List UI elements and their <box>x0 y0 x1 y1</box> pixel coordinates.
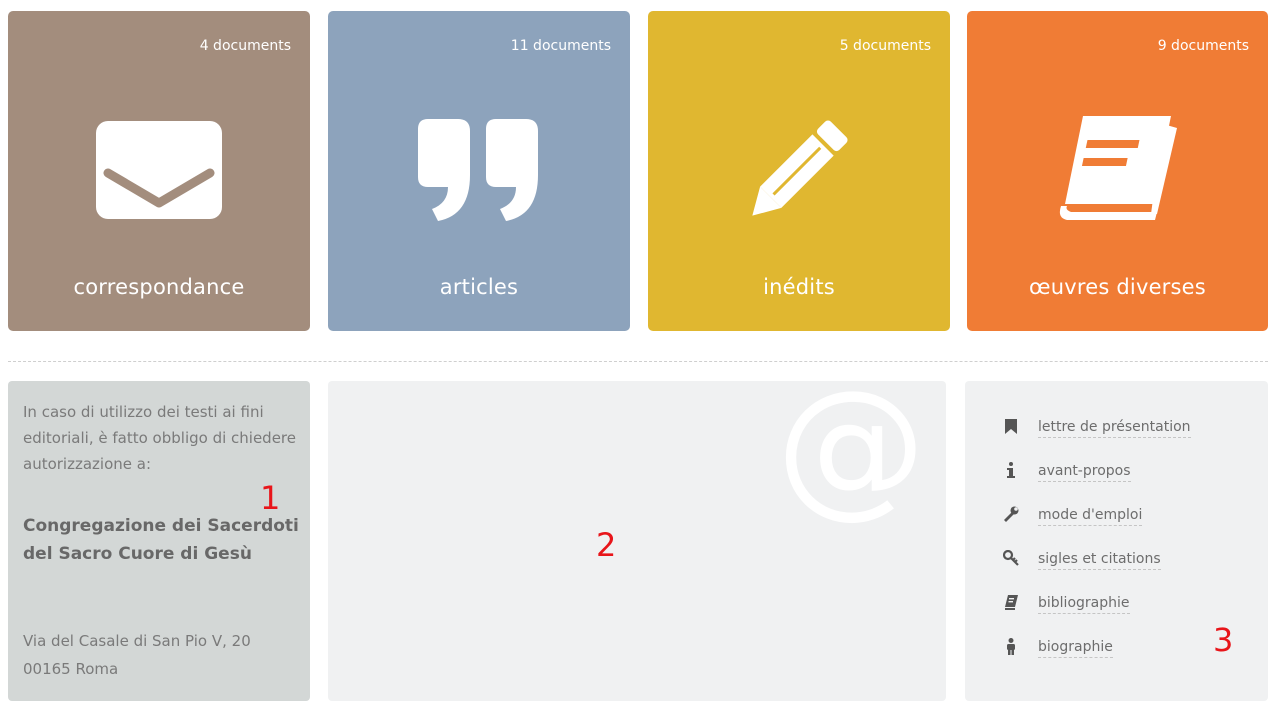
annotation-marker-2: 2 <box>596 526 617 564</box>
link-label[interactable]: mode d'emploi <box>1038 507 1143 526</box>
envelope-icon <box>89 109 229 229</box>
address-line: 00165 Roma <box>23 660 119 678</box>
address: Via del Casale di San Pio V, 20 00165 Ro… <box>23 627 303 683</box>
tile-label: œuvres diverses <box>1029 275 1206 299</box>
contact-panel: @ 2 <box>328 381 946 701</box>
tile-label: correspondance <box>73 275 245 299</box>
wrench-icon <box>1003 505 1019 523</box>
bookmark-icon <box>1003 417 1019 435</box>
annotation-marker-1: 1 <box>260 479 281 517</box>
quote-icon <box>409 109 549 229</box>
info-links-panel: lettre de présentation avant-propos mode… <box>965 381 1268 701</box>
key-icon <box>1003 549 1019 567</box>
organization-name: Congregazione dei Sacerdoti del Sacro Cu… <box>23 516 299 564</box>
book-icon <box>1003 593 1019 611</box>
link-label[interactable]: biographie <box>1038 639 1113 658</box>
tile-correspondance[interactable]: 4 documents correspondance <box>8 11 310 331</box>
tile-oeuvres-diverses[interactable]: 9 documents œuvres diverses <box>967 11 1268 331</box>
document-count: 5 documents <box>839 38 931 54</box>
tile-articles[interactable]: 11 documents articles <box>328 11 630 331</box>
tile-label: inédits <box>763 275 835 299</box>
document-count: 9 documents <box>1157 38 1249 54</box>
info-icon <box>1003 461 1019 479</box>
notice-text: In caso di utilizzo dei testi ai fini ed… <box>23 403 296 473</box>
link-label[interactable]: lettre de présentation <box>1038 419 1191 438</box>
pencil-icon <box>729 109 869 229</box>
person-icon <box>1003 637 1019 655</box>
copyright-notice-panel: In caso di utilizzo dei testi ai fini ed… <box>8 381 310 701</box>
link-label[interactable]: avant-propos <box>1038 463 1131 482</box>
at-icon: @ <box>776 381 926 533</box>
book-icon <box>1048 109 1188 229</box>
section-divider <box>8 361 1268 362</box>
document-count: 11 documents <box>510 38 611 54</box>
document-count: 4 documents <box>199 38 291 54</box>
link-label[interactable]: sigles et citations <box>1038 551 1161 570</box>
link-label[interactable]: bibliographie <box>1038 595 1130 614</box>
annotation-marker-3: 3 <box>1213 621 1234 659</box>
tile-inedits[interactable]: 5 documents inédits <box>648 11 950 331</box>
address-line: Via del Casale di San Pio V, 20 <box>23 632 251 650</box>
tile-label: articles <box>439 275 519 299</box>
